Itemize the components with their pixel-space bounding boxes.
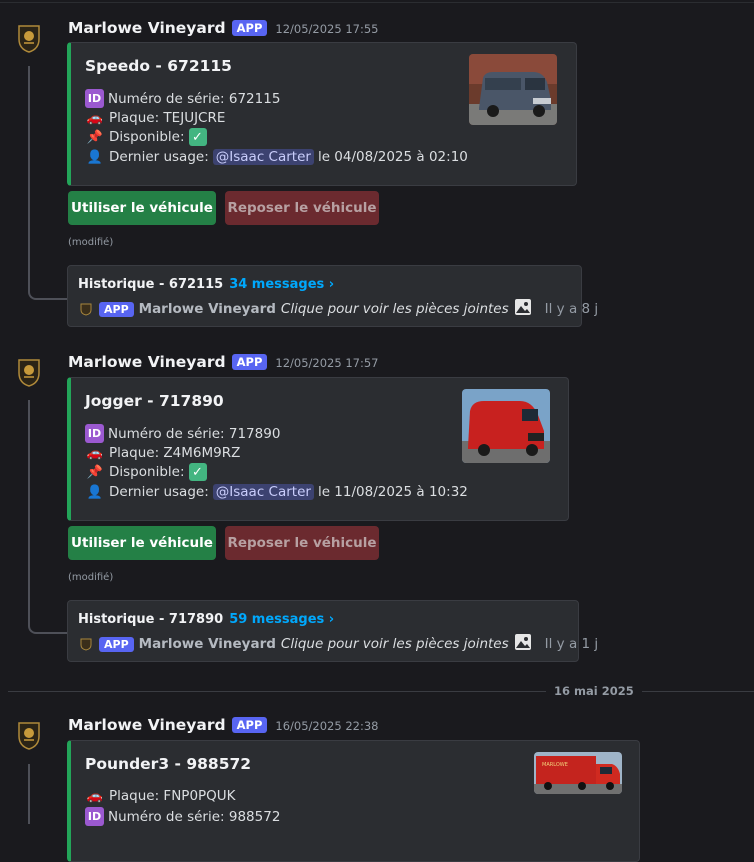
date-divider-line	[8, 691, 754, 692]
thread-ago: Il y a 8 j	[544, 301, 599, 317]
pushpin-icon: 📌	[86, 129, 104, 145]
user-icon: 👤	[86, 484, 104, 500]
serial-field: ID Numéro de série: 717890	[85, 424, 280, 443]
app-badge: APP	[231, 354, 268, 370]
edited-label: (modifié)	[68, 572, 114, 583]
thread-title[interactable]: Historique - 717890 59 messages ›	[78, 612, 334, 627]
last-usage-field: 👤 Dernier usage: @Isaac Carter le 11/08/…	[86, 484, 468, 500]
serial-field: ID Numéro de série: 988572	[85, 807, 280, 826]
thread-card[interactable]: Historique - 717890 59 messages › APP Mar…	[67, 600, 598, 662]
id-icon: ID	[85, 807, 104, 826]
use-vehicle-button[interactable]: Utiliser le véhicule	[68, 191, 216, 225]
thread-connector	[28, 764, 30, 824]
timestamp[interactable]: 12/05/2025 17:57	[275, 356, 378, 370]
thread-preview: Clique pour voir les pièces jointes	[280, 636, 509, 652]
id-icon: ID	[85, 424, 104, 443]
vehicle-thumbnail[interactable]	[462, 389, 550, 463]
vehicle-embed: Pounder3 - 988572 🚗 Plaque: FNP0PQUK ID …	[67, 740, 640, 862]
small-avatar-icon	[78, 301, 94, 317]
top-separator	[0, 2, 754, 3]
thread-connector	[28, 400, 68, 634]
plate-field: 🚗 Plaque: FNP0PQUK	[86, 788, 236, 804]
plate-field: 🚗 Plaque: Z4M6M9RZ	[86, 445, 241, 461]
id-icon: ID	[85, 89, 104, 108]
author-name[interactable]: Marlowe Vineyard	[68, 353, 226, 371]
thread-count[interactable]: 34 messages ›	[229, 277, 334, 292]
thread-last-author: Marlowe Vineyard	[138, 301, 276, 317]
return-vehicle-button[interactable]: Reposer le véhicule	[225, 526, 379, 560]
app-badge: APP	[231, 20, 268, 36]
app-badge: APP	[99, 636, 134, 652]
timestamp[interactable]: 12/05/2025 17:55	[275, 22, 378, 36]
author-name[interactable]: Marlowe Vineyard	[68, 716, 226, 734]
vehicle-embed: Jogger - 717890 ID Numéro de série: 7178…	[67, 377, 569, 521]
embed-title: Pounder3 - 988572	[85, 755, 252, 773]
car-icon: 🚗	[86, 445, 104, 461]
app-badge: APP	[231, 717, 268, 733]
small-avatar-icon	[78, 636, 94, 652]
thread-count[interactable]: 59 messages ›	[229, 612, 334, 627]
app-badge: APP	[99, 301, 134, 317]
pushpin-icon: 📌	[86, 464, 104, 480]
thread-last-message: APP Marlowe Vineyard Clique pour voir le…	[78, 298, 598, 320]
avatar[interactable]	[16, 22, 42, 54]
edited-label: (modifié)	[68, 237, 114, 248]
thread-ago: Il y a 1 j	[544, 636, 599, 652]
image-icon	[514, 298, 532, 320]
thread-connector	[28, 66, 68, 300]
user-mention[interactable]: @Isaac Carter	[212, 484, 314, 500]
availability-field: 📌 Disponible: ✓	[85, 463, 207, 481]
thread-title[interactable]: Historique - 672115 34 messages ›	[78, 277, 334, 292]
vehicle-thumbnail[interactable]: MARLOWE	[534, 752, 622, 794]
availability-field: 📌 Disponible: ✓	[85, 128, 207, 146]
embed-title: Jogger - 717890	[85, 392, 224, 410]
author-name[interactable]: Marlowe Vineyard	[68, 19, 226, 37]
check-icon: ✓	[188, 463, 207, 481]
plate-field: 🚗 Plaque: TEJUJCRE	[86, 110, 226, 126]
serial-field: ID Numéro de série: 672115	[85, 89, 280, 108]
thread-card[interactable]: Historique - 672115 34 messages › APP Mar…	[67, 265, 598, 327]
avatar[interactable]	[16, 719, 42, 751]
last-usage-field: 👤 Dernier usage: @Isaac Carter le 04/08/…	[86, 149, 468, 165]
car-icon: 🚗	[86, 788, 104, 804]
vehicle-embed: Speedo - 672115 ID Numéro de série: 6721…	[67, 42, 577, 186]
image-icon	[514, 633, 532, 655]
svg-text:MARLOWE: MARLOWE	[542, 762, 568, 768]
thread-preview: Clique pour voir les pièces jointes	[280, 301, 509, 317]
car-icon: 🚗	[86, 110, 104, 126]
date-divider-label: 16 mai 2025	[546, 684, 642, 698]
timestamp[interactable]: 16/05/2025 22:38	[275, 719, 378, 733]
thread-last-message: APP Marlowe Vineyard Clique pour voir le…	[78, 633, 598, 655]
user-icon: 👤	[86, 149, 104, 165]
embed-title: Speedo - 672115	[85, 57, 232, 75]
thread-last-author: Marlowe Vineyard	[138, 636, 276, 652]
use-vehicle-button[interactable]: Utiliser le véhicule	[68, 526, 216, 560]
user-mention[interactable]: @Isaac Carter	[212, 149, 314, 165]
check-icon: ✓	[188, 128, 207, 146]
vehicle-thumbnail[interactable]	[469, 54, 557, 125]
return-vehicle-button[interactable]: Reposer le véhicule	[225, 191, 379, 225]
avatar[interactable]	[16, 356, 42, 388]
